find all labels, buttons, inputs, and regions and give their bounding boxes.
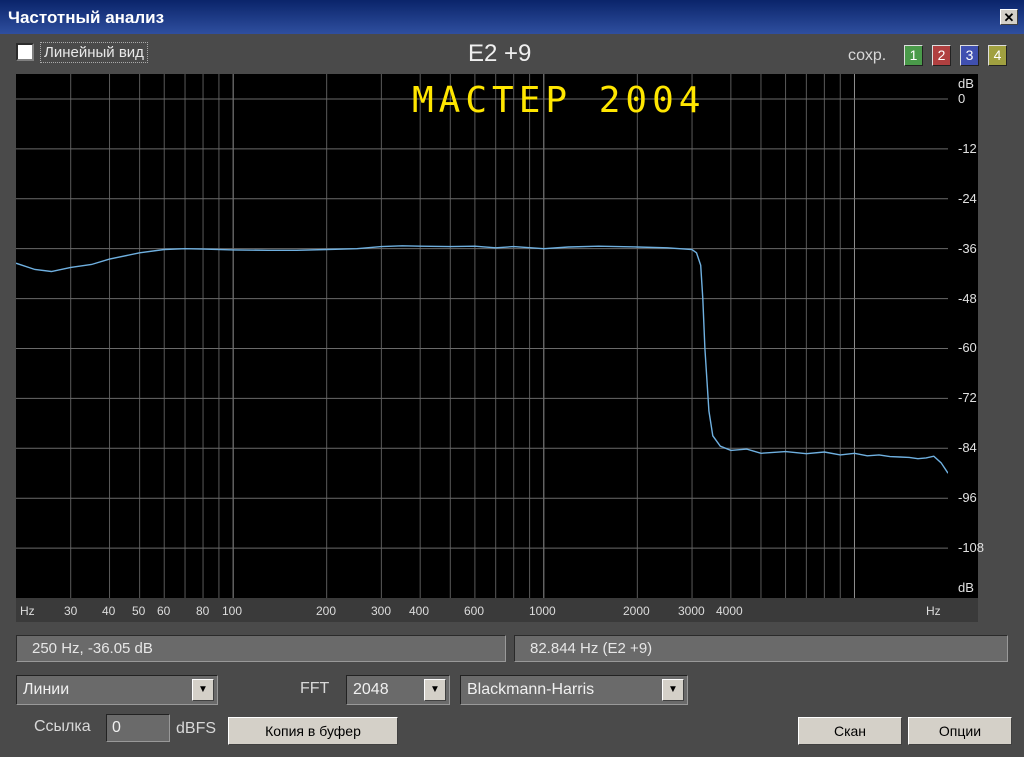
saves-label: сохр. [848,47,887,64]
x-tick-label: 400 [409,604,430,618]
x-tick-label: 60 [157,604,171,618]
x-tick-label: 600 [464,604,485,618]
close-button[interactable]: ✕ [1000,9,1018,25]
options-button[interactable]: Опции [908,717,1012,745]
save-slot-2-button[interactable]: 2 [932,45,951,66]
y-unit-label-top: dB [958,76,974,91]
x-tick-label: 3000 [678,604,705,618]
x-tick-label: 2000 [623,604,650,618]
y-unit-label-bottom: dB [958,580,974,595]
fft-label: FFT [300,680,330,697]
spectrum-chart [16,74,948,598]
x-tick-label: 50 [132,604,146,618]
y-tick-label: -108 [958,540,985,555]
chevron-down-icon[interactable]: ▼ [424,679,446,701]
window-function-select[interactable]: Blackmann-Harris ▼ [460,675,688,705]
peak-readout: 82.844 Hz (E2 +9) [514,635,1008,662]
reference-label: Ссылка [34,718,91,735]
chevron-down-icon[interactable]: ▼ [662,679,684,701]
linear-view-label[interactable]: Линейный вид [40,42,148,63]
display-mode-select[interactable]: Линии ▼ [16,675,218,705]
y-tick-label: -24 [958,191,977,206]
save-slot-3-button[interactable]: 3 [960,45,979,66]
overlay-handwritten-text: MACTEP 2004 [412,80,706,121]
cursor-readout: 250 Hz, -36.05 dB [16,635,506,662]
y-tick-label: -12 [958,141,977,156]
y-tick-label: -60 [958,340,977,355]
save-slot-4-button[interactable]: 4 [988,45,1007,66]
chart-title: E2 +9 [468,40,532,67]
y-tick-label: -96 [958,490,977,505]
x-tick-label: 30 [64,604,78,618]
x-tick-label: 4000 [716,604,743,618]
window-title: Частотный анализ [8,8,165,27]
linear-view-checkbox[interactable] [16,43,34,61]
x-tick-label: 40 [102,604,116,618]
x-unit-label-right: Hz [926,604,941,618]
x-tick-label: 100 [222,604,243,618]
x-tick-label: 200 [316,604,337,618]
x-unit-label-left: Hz [20,604,35,618]
display-mode-value: Линии [23,681,70,698]
y-tick-label: -36 [958,241,977,256]
fft-size-select[interactable]: 2048 ▼ [346,675,450,705]
x-tick-label: 1000 [529,604,556,618]
x-tick-label: 300 [371,604,392,618]
chevron-down-icon[interactable]: ▼ [192,679,214,701]
fft-size-value: 2048 [353,681,389,698]
dbfs-label: dBFS [176,720,217,737]
y-tick-label: 0 [958,91,966,106]
window-function-value: Blackmann-Harris [467,681,595,698]
save-slot-1-button[interactable]: 1 [904,45,923,66]
y-tick-label: -48 [958,291,977,306]
window-titlebar: Частотный анализ ✕ [0,0,1024,34]
y-tick-label: -84 [958,440,977,455]
spectrum-line [16,245,948,474]
spectrum-plot[interactable] [16,74,948,598]
y-tick-label: -72 [958,390,977,405]
x-tick-label: 80 [196,604,210,618]
copy-to-clipboard-button[interactable]: Копия в буфер [228,717,398,745]
reference-input[interactable]: 0 [106,714,170,742]
scan-button[interactable]: Скан [798,717,902,745]
